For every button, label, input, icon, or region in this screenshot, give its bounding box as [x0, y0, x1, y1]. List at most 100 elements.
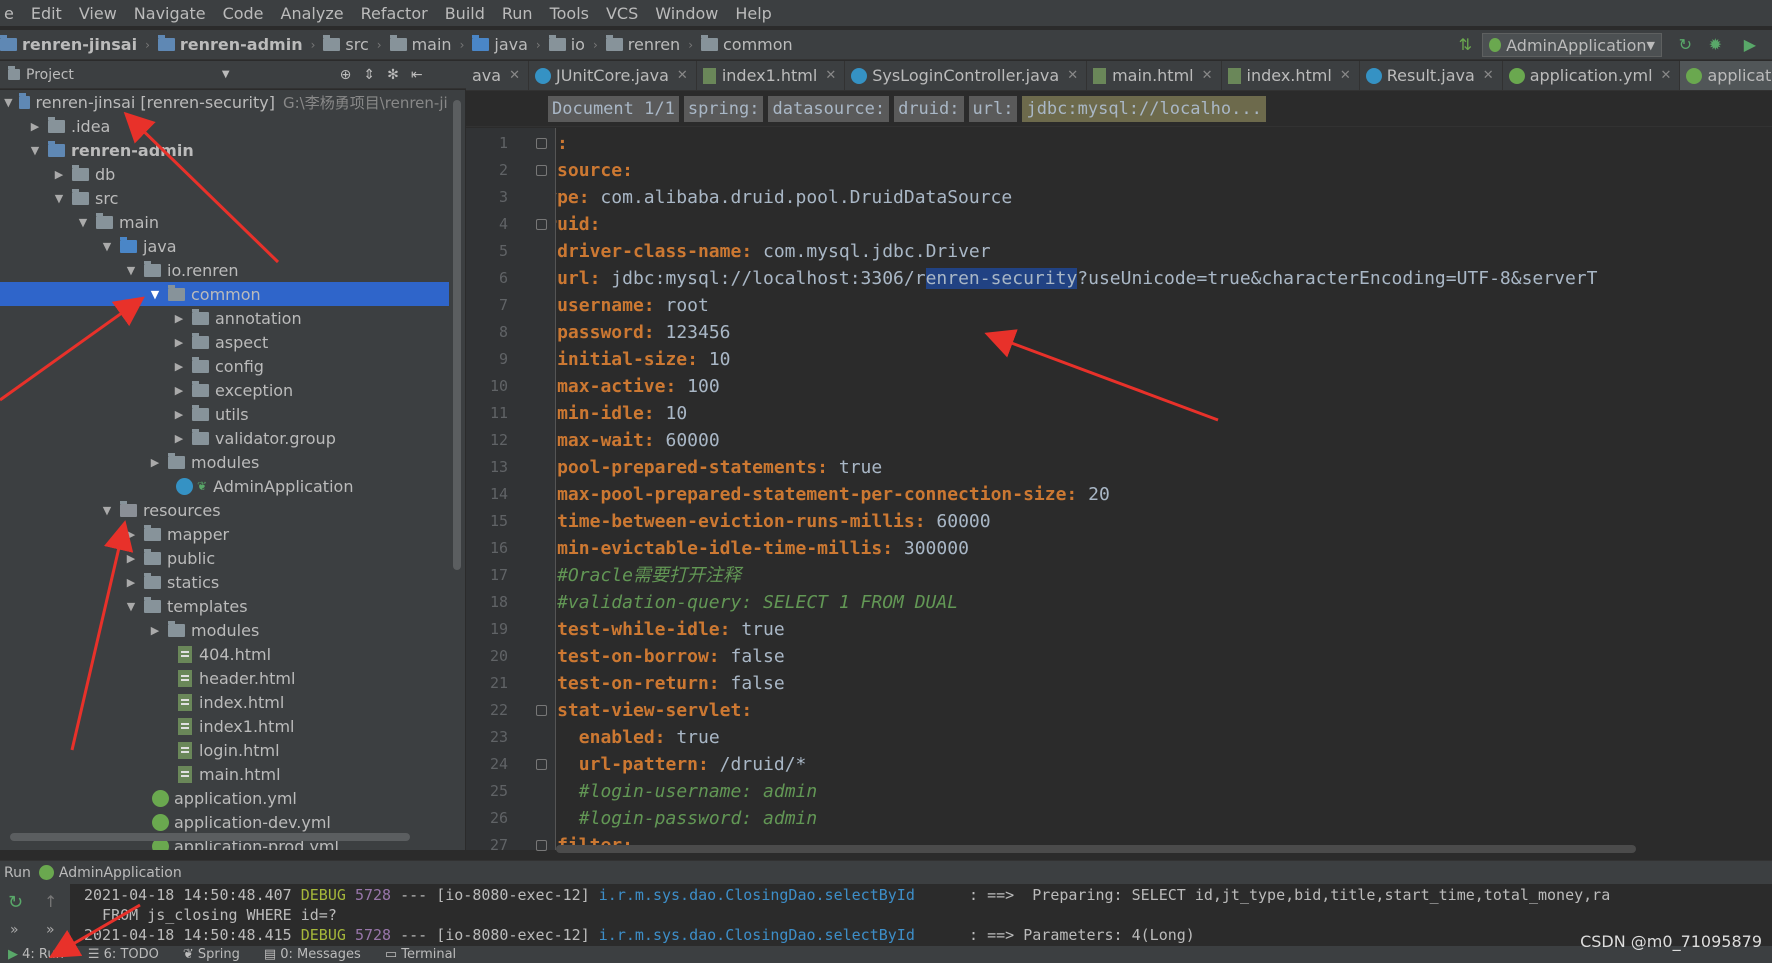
tree-item-selected[interactable]: ▼ common: [0, 282, 450, 306]
menu-view[interactable]: View: [79, 4, 117, 23]
tree-item[interactable]: 404.html: [0, 642, 450, 666]
menu-window[interactable]: Window: [655, 4, 718, 23]
tree-item[interactable]: ▶ db: [0, 162, 450, 186]
gear-icon[interactable]: ✻: [387, 67, 399, 83]
menu-code[interactable]: Code: [223, 4, 264, 23]
nav-crumb-main[interactable]: main ›: [389, 35, 464, 54]
tree-item[interactable]: ▶ modules: [0, 618, 450, 642]
fold-marker-icon[interactable]: [536, 840, 547, 851]
nav-crumb-renren[interactable]: renren ›: [605, 35, 693, 54]
nav-crumb-src[interactable]: src ›: [323, 35, 382, 54]
tree-item[interactable]: ▼ java: [0, 234, 450, 258]
run-coverage-icon[interactable]: ▶: [1744, 35, 1756, 54]
menu-vcs[interactable]: VCS: [606, 4, 638, 23]
nav-crumb-project[interactable]: renren-jinsai ›: [0, 35, 150, 54]
menu-run[interactable]: Run: [502, 4, 533, 23]
tab-junitcore[interactable]: JUnitCore.java ✕: [529, 61, 697, 90]
tab-partial[interactable]: ava ✕: [466, 61, 529, 90]
tree-item[interactable]: application-dev.yml: [0, 810, 450, 834]
expanded-arrow-icon[interactable]: ▼: [124, 264, 138, 277]
arrow-up-icon[interactable]: ↑: [44, 892, 57, 911]
menu-help[interactable]: Help: [735, 4, 771, 23]
run-tool-button[interactable]: ▶ 4: Run: [8, 947, 64, 962]
close-icon[interactable]: ✕: [1340, 68, 1351, 83]
hide-panel-icon[interactable]: ⇤: [411, 67, 423, 83]
tree-item[interactable]: ▶ modules: [0, 450, 450, 474]
yaml-crumb-url[interactable]: url:: [968, 96, 1018, 122]
tree-item[interactable]: application.yml: [0, 786, 450, 810]
nav-crumb-module[interactable]: renren-admin ›: [157, 35, 315, 54]
tab-index-html[interactable]: index.html ✕: [1222, 61, 1360, 90]
tree-item[interactable]: ▶ exception: [0, 378, 450, 402]
tree-horizontal-scrollbar[interactable]: [10, 833, 410, 841]
tree-item[interactable]: ▼ renren-admin: [0, 138, 450, 162]
tree-item[interactable]: index1.html: [0, 714, 450, 738]
tab-result-java[interactable]: Result.java ✕: [1360, 61, 1503, 90]
close-icon[interactable]: ✕: [1661, 68, 1672, 83]
tree-item[interactable]: ▼ src: [0, 186, 450, 210]
spring-tool-button[interactable]: ❦ Spring: [183, 947, 240, 962]
yaml-crumb-document[interactable]: Document 1/1: [548, 96, 679, 122]
tree-item[interactable]: ▼ resources: [0, 498, 450, 522]
tree-item[interactable]: ▼ main: [0, 210, 450, 234]
tree-item[interactable]: ▶ annotation: [0, 306, 450, 330]
tree-item[interactable]: ▶ statics: [0, 570, 450, 594]
expanded-arrow-icon[interactable]: ▼: [148, 288, 162, 301]
expanded-arrow-icon[interactable]: ▼: [100, 240, 114, 253]
close-icon[interactable]: ✕: [677, 68, 688, 83]
tree-item-root[interactable]: ▼ renren-jinsai [renren-security] G:\李杨勇项目…: [0, 90, 450, 114]
collapsed-arrow-icon[interactable]: ▶: [124, 576, 138, 589]
menu-navigate[interactable]: Navigate: [134, 4, 206, 23]
collapsed-arrow-icon[interactable]: ▶: [52, 168, 66, 181]
tree-item[interactable]: main.html: [0, 762, 450, 786]
tab-main-html[interactable]: main.html ✕: [1087, 61, 1222, 90]
code-editor[interactable]: spring: datasource: type: com.alibaba.drui…: [556, 128, 1772, 850]
menu-edit[interactable]: Edit: [31, 4, 62, 23]
tree-item[interactable]: ▶ .idea: [0, 114, 450, 138]
more-icon[interactable]: »: [46, 922, 55, 938]
collapsed-arrow-icon[interactable]: ▶: [124, 552, 138, 565]
collapsed-arrow-icon[interactable]: ▶: [148, 624, 162, 637]
close-icon[interactable]: ✕: [1483, 68, 1494, 83]
editor-horizontal-scrollbar[interactable]: [556, 845, 1636, 853]
tree-scrollbar[interactable]: [449, 90, 465, 850]
run-configuration-select[interactable]: AdminApplication ▼: [1482, 33, 1662, 57]
nav-crumb-java[interactable]: java ›: [472, 35, 541, 54]
tree-item[interactable]: header.html: [0, 666, 450, 690]
more-icon[interactable]: »: [10, 922, 19, 938]
expanded-arrow-icon[interactable]: ▼: [100, 504, 114, 517]
fold-marker-icon[interactable]: [536, 219, 547, 230]
todo-tool-button[interactable]: ☰ 6: TODO: [88, 947, 159, 962]
menu-tools[interactable]: Tools: [550, 4, 589, 23]
fold-marker-icon[interactable]: [536, 759, 547, 770]
run-console[interactable]: 2021-04-18 14:50:48.407 DEBUG 5728 --- […: [70, 884, 1772, 946]
tree-item[interactable]: login.html: [0, 738, 450, 762]
fold-marker-icon[interactable]: [536, 705, 547, 716]
close-icon[interactable]: ✕: [825, 68, 836, 83]
debug-icon[interactable]: ✹: [1709, 35, 1722, 54]
build-icon[interactable]: ⇅: [1459, 35, 1472, 54]
menu-build[interactable]: Build: [445, 4, 485, 23]
fold-marker-icon[interactable]: [536, 138, 547, 149]
expanded-arrow-icon[interactable]: ▼: [124, 600, 138, 613]
collapsed-arrow-icon[interactable]: ▶: [172, 336, 186, 349]
tab-sysloginController[interactable]: SysLoginController.java ✕: [845, 61, 1088, 90]
tab-application-yml[interactable]: application.yml ✕: [1503, 61, 1681, 90]
close-icon[interactable]: ✕: [1202, 68, 1213, 83]
collapsed-arrow-icon[interactable]: ▶: [148, 456, 162, 469]
scrollbar-thumb[interactable]: [453, 100, 461, 570]
close-icon[interactable]: ✕: [1067, 68, 1078, 83]
tree-item[interactable]: ▶ utils: [0, 402, 450, 426]
yaml-crumb-datasource[interactable]: datasource:: [768, 96, 890, 122]
yaml-crumb-spring[interactable]: spring:: [683, 96, 764, 122]
fold-marker-icon[interactable]: [536, 165, 547, 176]
project-view-selector[interactable]: Project: [26, 67, 74, 83]
collapsed-arrow-icon[interactable]: ▶: [172, 432, 186, 445]
menu-analyze[interactable]: Analyze: [281, 4, 344, 23]
collapsed-arrow-icon[interactable]: ▶: [172, 312, 186, 325]
tab-index1-html[interactable]: index1.html ✕: [697, 61, 846, 90]
collapsed-arrow-icon[interactable]: ▶: [124, 528, 138, 541]
collapsed-arrow-icon[interactable]: ▶: [172, 360, 186, 373]
tree-item[interactable]: ▶ aspect: [0, 330, 450, 354]
chevron-down-icon[interactable]: ▼: [222, 69, 230, 80]
